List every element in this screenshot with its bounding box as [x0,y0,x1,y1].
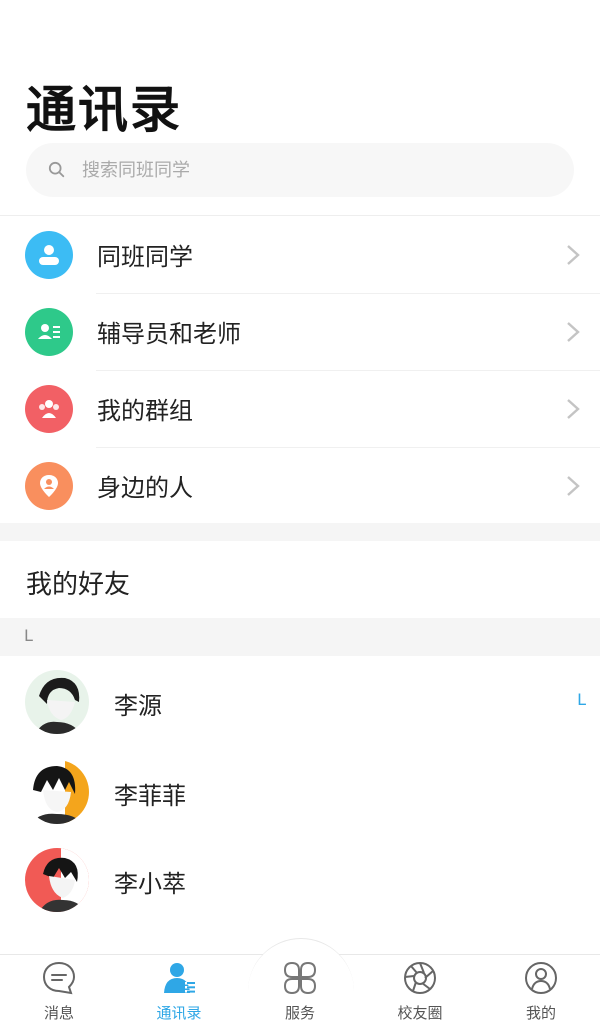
menu-item-teachers[interactable]: 辅导员和老师 [0,293,600,370]
friend-name: 李源 [114,692,162,720]
classmates-icon [25,230,73,279]
friend-name: 李小萃 [114,870,186,898]
tab-services[interactable]: 服务 [250,960,350,1030]
services-icon [283,961,317,995]
search-input[interactable] [82,159,522,181]
contacts-icon [164,963,195,993]
tab-alumni-circle[interactable]: 校友圈 [370,960,470,1030]
menu-item-label: 辅导员和老师 [97,320,241,348]
friends-section-title: 我的好友 [26,570,131,600]
page-title: 通讯录 [26,81,182,139]
chevron-right-icon [567,245,580,265]
tab-label: 我的 [525,1004,556,1022]
friend-row[interactable]: 李菲菲 [0,748,600,828]
section-separator [0,523,600,541]
menu-item-groups[interactable]: 我的群组 [0,370,600,447]
avatar [25,670,89,734]
search-bar[interactable] [26,143,574,197]
section-letter: L [24,626,33,645]
menu-item-classmates[interactable]: 同班同学 [0,216,600,293]
tab-label: 消息 [43,1004,74,1022]
chevron-right-icon [567,322,580,342]
friend-name: 李菲菲 [114,782,186,810]
chevron-right-icon [567,476,580,496]
message-icon [42,961,76,995]
avatar [25,760,89,824]
menu-item-label: 我的群组 [97,397,193,425]
alphabet-index-letter[interactable]: L [577,690,586,709]
tab-profile[interactable]: 我的 [491,960,591,1030]
group-icon [25,384,73,433]
avatar [25,848,89,912]
location-person-icon [25,461,73,510]
tab-label: 通讯录 [156,1004,202,1022]
menu-item-label: 身边的人 [97,474,193,502]
contact-category-list: 同班同学 辅导员和老师 我的群组 身边的人 [0,216,600,524]
chevron-right-icon [567,399,580,419]
friend-row[interactable]: 李小萃 [0,836,600,916]
menu-item-label: 同班同学 [97,243,193,271]
aperture-icon [404,962,436,994]
menu-item-nearby[interactable]: 身边的人 [0,447,600,524]
search-icon [48,161,65,178]
letter-section-header: L [0,618,600,656]
tab-label: 校友圈 [397,1004,443,1022]
profile-icon [525,962,557,994]
tab-messages[interactable]: 消息 [9,960,109,1030]
tab-contacts[interactable]: 通讯录 [129,960,229,1030]
tab-label: 服务 [284,1004,315,1022]
friend-row[interactable]: 李源 [0,658,600,738]
teacher-card-icon [25,307,73,356]
